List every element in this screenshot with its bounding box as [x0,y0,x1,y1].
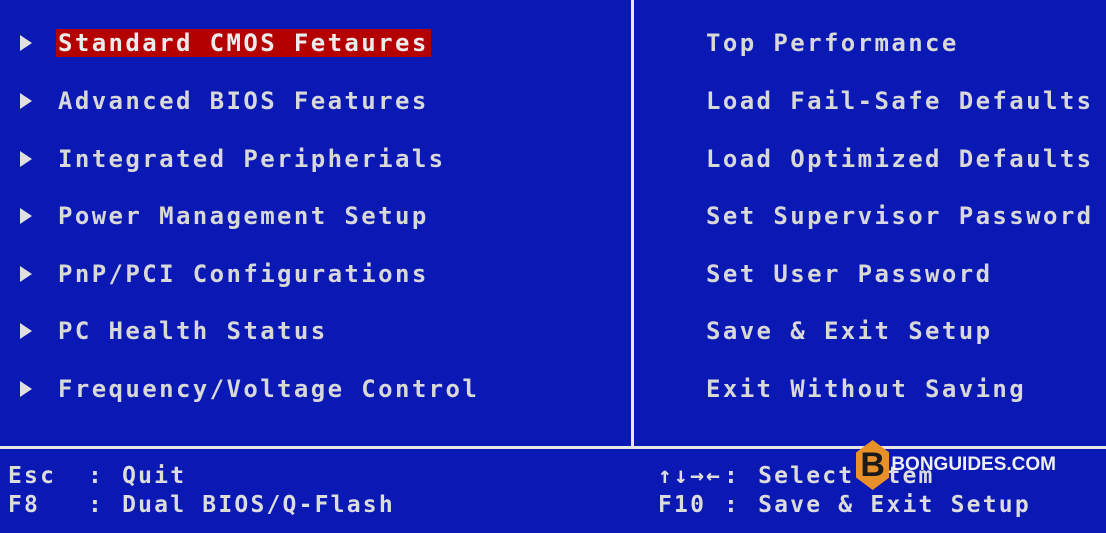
triangle-right-icon [20,151,32,167]
triangle-right-icon [20,35,32,51]
menu-item-save-exit-setup[interactable]: Save & Exit Setup [706,314,992,348]
menu-item-load-optimized-defaults[interactable]: Load Optimized Defaults [706,142,1094,176]
arrow-keys-icon: ↑↓→← [658,463,723,489]
help-key: F8 [8,492,41,518]
menu-item-set-user-password[interactable]: Set User Password [706,257,992,291]
menu-item-label: Frequency/Voltage Control [58,375,480,403]
menu-item-label: Integrated Peripherials [58,145,446,173]
help-key: Esc [8,463,57,489]
watermark: B BONGUIDES.COM [856,440,1056,490]
triangle-right-icon [20,381,32,397]
help-action: Save & Exit Setup [758,492,1031,518]
help-separator: : [724,463,741,489]
help-row-f8: F8 : Dual BIOS/Q-Flash [8,491,395,519]
menu-item-advanced-bios-features[interactable]: Advanced BIOS Features [20,84,431,118]
bios-setup-screen: Standard CMOS Fetaures Advanced BIOS Fea… [0,0,1106,533]
triangle-right-icon [20,208,32,224]
vertical-divider [631,0,634,446]
menu-item-exit-without-saving[interactable]: Exit Without Saving [706,372,1026,406]
menu-item-label: Standard CMOS Fetaures [56,29,431,57]
menu-item-standard-cmos-features[interactable]: Standard CMOS Fetaures [20,26,431,60]
triangle-right-icon [20,93,32,109]
menu-item-power-management-setup[interactable]: Power Management Setup [20,199,431,233]
help-separator: : [88,463,105,489]
help-key: F10 [658,492,707,518]
menu-item-load-fail-safe-defaults[interactable]: Load Fail-Safe Defaults [706,84,1094,118]
bonguides-logo-icon: B [856,440,890,490]
help-action: Dual BIOS/Q-Flash [122,492,395,518]
help-action: Quit [122,463,187,489]
watermark-text: BONGUIDES.COM [891,454,1056,475]
menu-item-pc-health-status[interactable]: PC Health Status [20,314,330,348]
menu-item-label: Advanced BIOS Features [58,87,429,115]
help-row-f10: F10 : Save & Exit Setup [658,491,1031,519]
menu-item-frequency-voltage-control[interactable]: Frequency/Voltage Control [20,372,481,406]
help-row-esc: Esc : Quit [8,462,186,490]
menu-item-pnp-pci-configurations[interactable]: PnP/PCI Configurations [20,257,431,291]
menu-item-label: PC Health Status [58,317,328,345]
menu-item-integrated-peripherials[interactable]: Integrated Peripherials [20,142,448,176]
help-separator: : [88,492,105,518]
menu-item-set-supervisor-password[interactable]: Set Supervisor Password [706,199,1094,233]
menu-item-label: Power Management Setup [58,202,429,230]
help-separator: : [724,492,741,518]
triangle-right-icon [20,266,32,282]
menu-item-label: PnP/PCI Configurations [58,260,429,288]
menu-item-top-performance[interactable]: Top Performance [706,26,959,60]
triangle-right-icon [20,323,32,339]
